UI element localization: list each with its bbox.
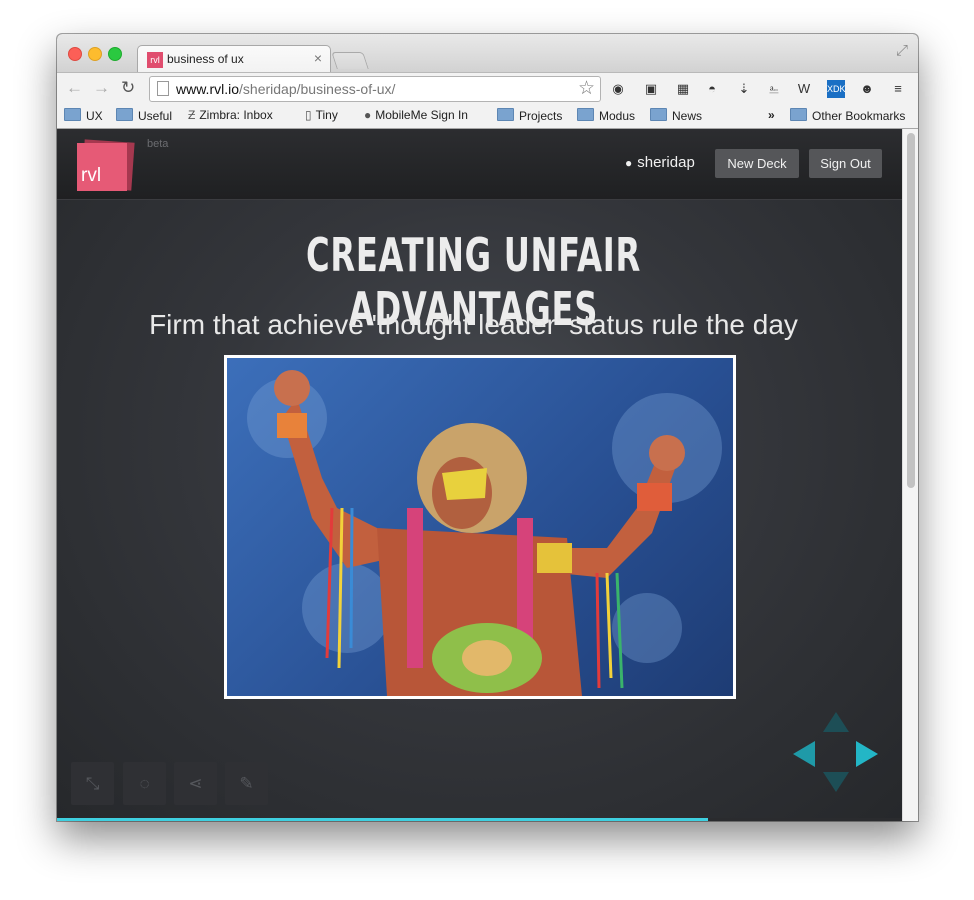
folder-icon bbox=[116, 108, 133, 121]
rvl-logo[interactable]: rvl bbox=[77, 139, 135, 191]
browser-tab[interactable]: rvl business of ux × bbox=[137, 45, 331, 73]
tab-close-icon[interactable]: × bbox=[314, 50, 322, 66]
tab-favicon-icon: rvl bbox=[147, 52, 163, 68]
bookmark-modus[interactable]: Modus bbox=[577, 108, 635, 123]
url-text: www.rvl.io/sheridap/business-of-ux/ bbox=[176, 81, 396, 97]
close-window-button[interactable] bbox=[68, 47, 82, 61]
puzzle-extension-icon[interactable]: ▦ bbox=[674, 80, 692, 98]
slide-progress-bar bbox=[57, 818, 902, 821]
user-icon: ● bbox=[625, 156, 633, 170]
apple-icon: ● bbox=[364, 108, 372, 122]
user-account[interactable]: ● sheridap bbox=[625, 154, 695, 171]
bookmark-ux[interactable]: UX bbox=[64, 108, 103, 123]
fullscreen-icon[interactable]: ⤡ bbox=[71, 762, 114, 805]
xdk-extension-icon[interactable]: XDK bbox=[827, 80, 846, 98]
bookmark-projects[interactable]: Projects bbox=[497, 108, 562, 123]
nav-right-arrow-icon[interactable] bbox=[856, 741, 878, 767]
profile-extension-icon[interactable]: ☻ bbox=[858, 80, 876, 98]
nav-down-arrow-icon[interactable] bbox=[823, 772, 849, 792]
comment-icon[interactable]: ◌ bbox=[123, 762, 166, 805]
slide-progress-fill bbox=[57, 818, 708, 821]
mask-extension-icon[interactable]: ◓ bbox=[703, 80, 721, 98]
folder-icon bbox=[577, 108, 594, 121]
new-deck-button[interactable]: New Deck bbox=[715, 149, 799, 178]
tab-title: business of ux bbox=[167, 52, 244, 66]
address-bar[interactable]: www.rvl.io/sheridap/business-of-ux/ ☆ bbox=[149, 76, 601, 102]
folder-icon bbox=[650, 108, 667, 121]
reload-icon[interactable]: ↻ bbox=[121, 78, 135, 98]
folder-icon bbox=[64, 108, 81, 121]
other-bookmarks[interactable]: Other Bookmarks bbox=[790, 108, 905, 123]
forward-arrow-icon[interactable]: → bbox=[93, 78, 110, 98]
scroll-thumb[interactable] bbox=[907, 133, 915, 488]
folder-icon bbox=[790, 108, 807, 121]
sign-out-button[interactable]: Sign Out bbox=[809, 149, 882, 178]
nav-left-arrow-icon[interactable] bbox=[793, 741, 815, 767]
menu-icon[interactable]: ≡ bbox=[889, 80, 907, 98]
bookmark-tiny[interactable]: ▯ Tiny bbox=[305, 108, 338, 122]
bookmark-mobileme[interactable]: ● MobileMe Sign In bbox=[364, 108, 468, 122]
bookmarks-overflow-button[interactable]: » bbox=[768, 108, 775, 122]
share-icon[interactable]: ⋖ bbox=[174, 762, 217, 805]
browser-toolbar: ← → ↻ www.rvl.io/sheridap/business-of-ux… bbox=[57, 72, 918, 105]
nav-up-arrow-icon[interactable] bbox=[823, 712, 849, 732]
zoom-window-button[interactable] bbox=[108, 47, 122, 61]
screen-capture-extension-icon[interactable]: ▣ bbox=[642, 80, 660, 98]
presentation-page: rvl beta ● sheridap New Deck Sign Out CRE… bbox=[57, 129, 902, 821]
zimbra-icon: Ƶ bbox=[188, 108, 196, 122]
wikipedia-extension-icon[interactable]: W bbox=[795, 80, 813, 98]
download-extension-icon[interactable]: ⇣ bbox=[735, 80, 753, 98]
edit-pencil-icon[interactable]: ✎ bbox=[225, 762, 268, 805]
title-bar: rvl business of ux × ⤢ bbox=[57, 34, 918, 73]
wrestler-photo bbox=[224, 355, 736, 699]
page-icon bbox=[157, 81, 169, 96]
wrestler-illustration bbox=[247, 370, 722, 696]
app-header: rvl beta ● sheridap New Deck Sign Out bbox=[57, 129, 902, 200]
beta-label: beta bbox=[147, 138, 169, 150]
color-wheel-extension-icon[interactable]: ◉ bbox=[609, 80, 627, 98]
ruler-extension-icon[interactable]: ⎁ bbox=[765, 80, 783, 98]
slide-subtitle: Firm that achieve 'thought leader' statu… bbox=[149, 309, 798, 340]
back-arrow-icon[interactable]: ← bbox=[66, 78, 83, 98]
bookmarks-bar: UX Useful Ƶ Zimbra: Inbox ▯ Tiny ● MobileMe… bbox=[57, 104, 918, 129]
bookmark-useful[interactable]: Useful bbox=[116, 108, 172, 123]
minimize-window-button[interactable] bbox=[88, 47, 102, 61]
page-icon: ▯ bbox=[305, 108, 312, 122]
bookmark-news[interactable]: News bbox=[650, 108, 702, 123]
fullscreen-expand-icon[interactable]: ⤢ bbox=[896, 42, 908, 59]
browser-window: rvl business of ux × ⤢ ← → ↻ www.rvl.io/… bbox=[57, 34, 918, 821]
new-tab-button[interactable] bbox=[331, 52, 369, 69]
page-scrollbar[interactable] bbox=[902, 129, 918, 821]
folder-icon bbox=[497, 108, 514, 121]
bookmark-zimbra[interactable]: Ƶ Zimbra: Inbox bbox=[188, 108, 273, 122]
bookmark-star-icon[interactable]: ☆ bbox=[578, 77, 595, 100]
